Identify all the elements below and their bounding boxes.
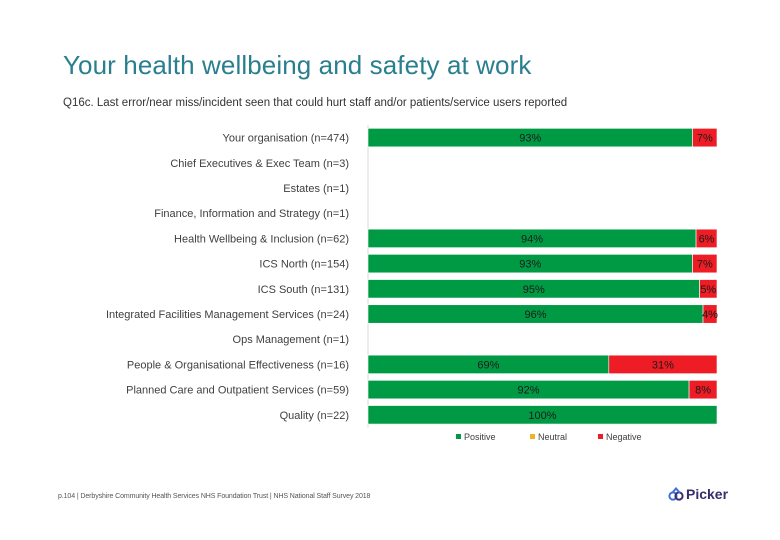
- page-footer: p.104 | Derbyshire Community Health Serv…: [58, 493, 371, 500]
- category-label: Finance, Information and Strategy (n=1): [154, 208, 349, 220]
- legend-swatch-negative: [598, 434, 603, 439]
- category-label: ICS South (n=131): [258, 284, 349, 296]
- data-label: 31%: [652, 359, 674, 371]
- picker-logo-icon: [668, 487, 684, 501]
- category-label: Integrated Facilities Management Service…: [106, 309, 349, 321]
- legend-label-neutral: Neutral: [538, 432, 567, 442]
- category-label: Chief Executives & Exec Team (n=3): [170, 158, 349, 170]
- category-label: People & Organisational Effectiveness (n…: [127, 359, 349, 371]
- data-label: 92%: [518, 385, 540, 397]
- data-label: 7%: [697, 133, 713, 145]
- picker-logo-text: Picker: [686, 486, 729, 502]
- category-label: Quality (n=22): [280, 410, 349, 422]
- category-label: Your organisation (n=474): [223, 133, 350, 145]
- data-label: 4%: [702, 309, 718, 321]
- data-label: 93%: [519, 259, 541, 271]
- category-label: Estates (n=1): [283, 183, 349, 195]
- picker-logo: Picker: [668, 486, 728, 502]
- data-label: 93%: [519, 133, 541, 145]
- data-label: 8%: [695, 385, 711, 397]
- data-label: 69%: [477, 359, 499, 371]
- category-label: Health Wellbeing & Inclusion (n=62): [174, 233, 349, 245]
- data-label: 100%: [528, 410, 556, 422]
- legend-label-negative: Negative: [606, 432, 642, 442]
- legend-label-positive: Positive: [464, 432, 496, 442]
- data-label: 7%: [697, 259, 713, 271]
- data-label: 94%: [521, 233, 543, 245]
- legend-swatch-positive: [456, 434, 461, 439]
- data-label: 5%: [700, 284, 716, 296]
- data-label: 96%: [525, 309, 547, 321]
- category-label: ICS North (n=154): [259, 259, 349, 271]
- data-label: 95%: [523, 284, 545, 296]
- stacked-bar-chart: Your organisation (n=474) 93% 7% Chief Exec…: [106, 125, 718, 442]
- data-label: 6%: [699, 233, 715, 245]
- category-label: Planned Care and Outpatient Services (n=…: [126, 385, 349, 397]
- legend-swatch-neutral: [530, 434, 535, 439]
- category-label: Ops Management (n=1): [233, 334, 349, 346]
